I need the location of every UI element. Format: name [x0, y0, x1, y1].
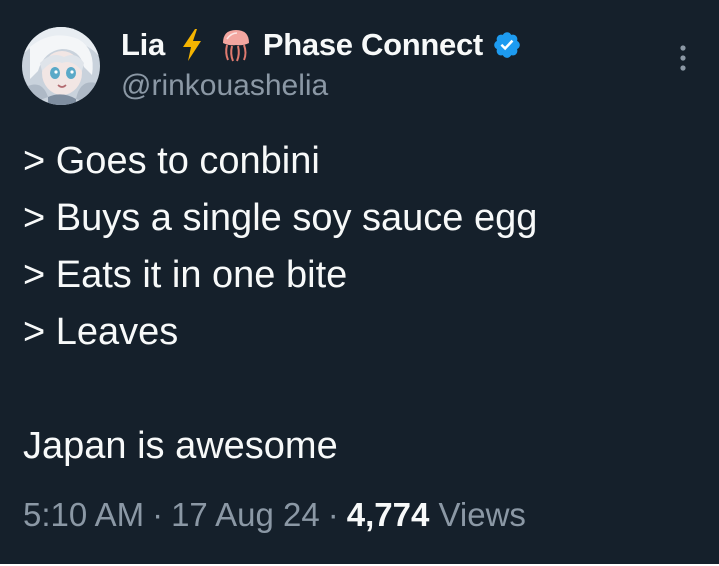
tweet-line: > Buys a single soy sauce egg	[23, 197, 538, 239]
meta-separator: ·	[327, 496, 339, 533]
meta-separator: ·	[152, 496, 164, 533]
lightning-emoji-icon	[182, 29, 201, 61]
tweet-line: > Goes to conbini	[23, 140, 320, 182]
tweet-body: > Goes to conbini > Buys a single soy sa…	[23, 133, 537, 475]
avatar[interactable]	[22, 27, 100, 105]
verified-badge-icon[interactable]	[492, 30, 522, 60]
views-label[interactable]: Views	[439, 496, 526, 533]
tweet-card: Lia Phase Connect @rinkouashelia > Goes …	[0, 0, 719, 566]
tweet-line: > Eats it in one bite	[23, 254, 348, 296]
author-name-row[interactable]: Lia Phase Connect	[121, 25, 522, 65]
tweet-date[interactable]: 17 Aug 24	[171, 496, 320, 533]
tweet-meta: 5:10 AM · 17 Aug 24 · 4,774 Views	[23, 496, 526, 534]
more-options-icon[interactable]	[668, 40, 698, 76]
jellyfish-emoji-icon	[222, 30, 249, 62]
views-count[interactable]: 4,774	[347, 496, 430, 533]
author-affiliation[interactable]: Phase Connect	[263, 27, 483, 63]
author-name[interactable]: Lia	[121, 27, 165, 63]
tweet-time[interactable]: 5:10 AM	[23, 496, 144, 533]
author-handle[interactable]: @rinkouashelia	[121, 69, 328, 103]
tweet-line: > Leaves	[23, 311, 179, 353]
tweet-closing-line: Japan is awesome	[23, 425, 338, 467]
